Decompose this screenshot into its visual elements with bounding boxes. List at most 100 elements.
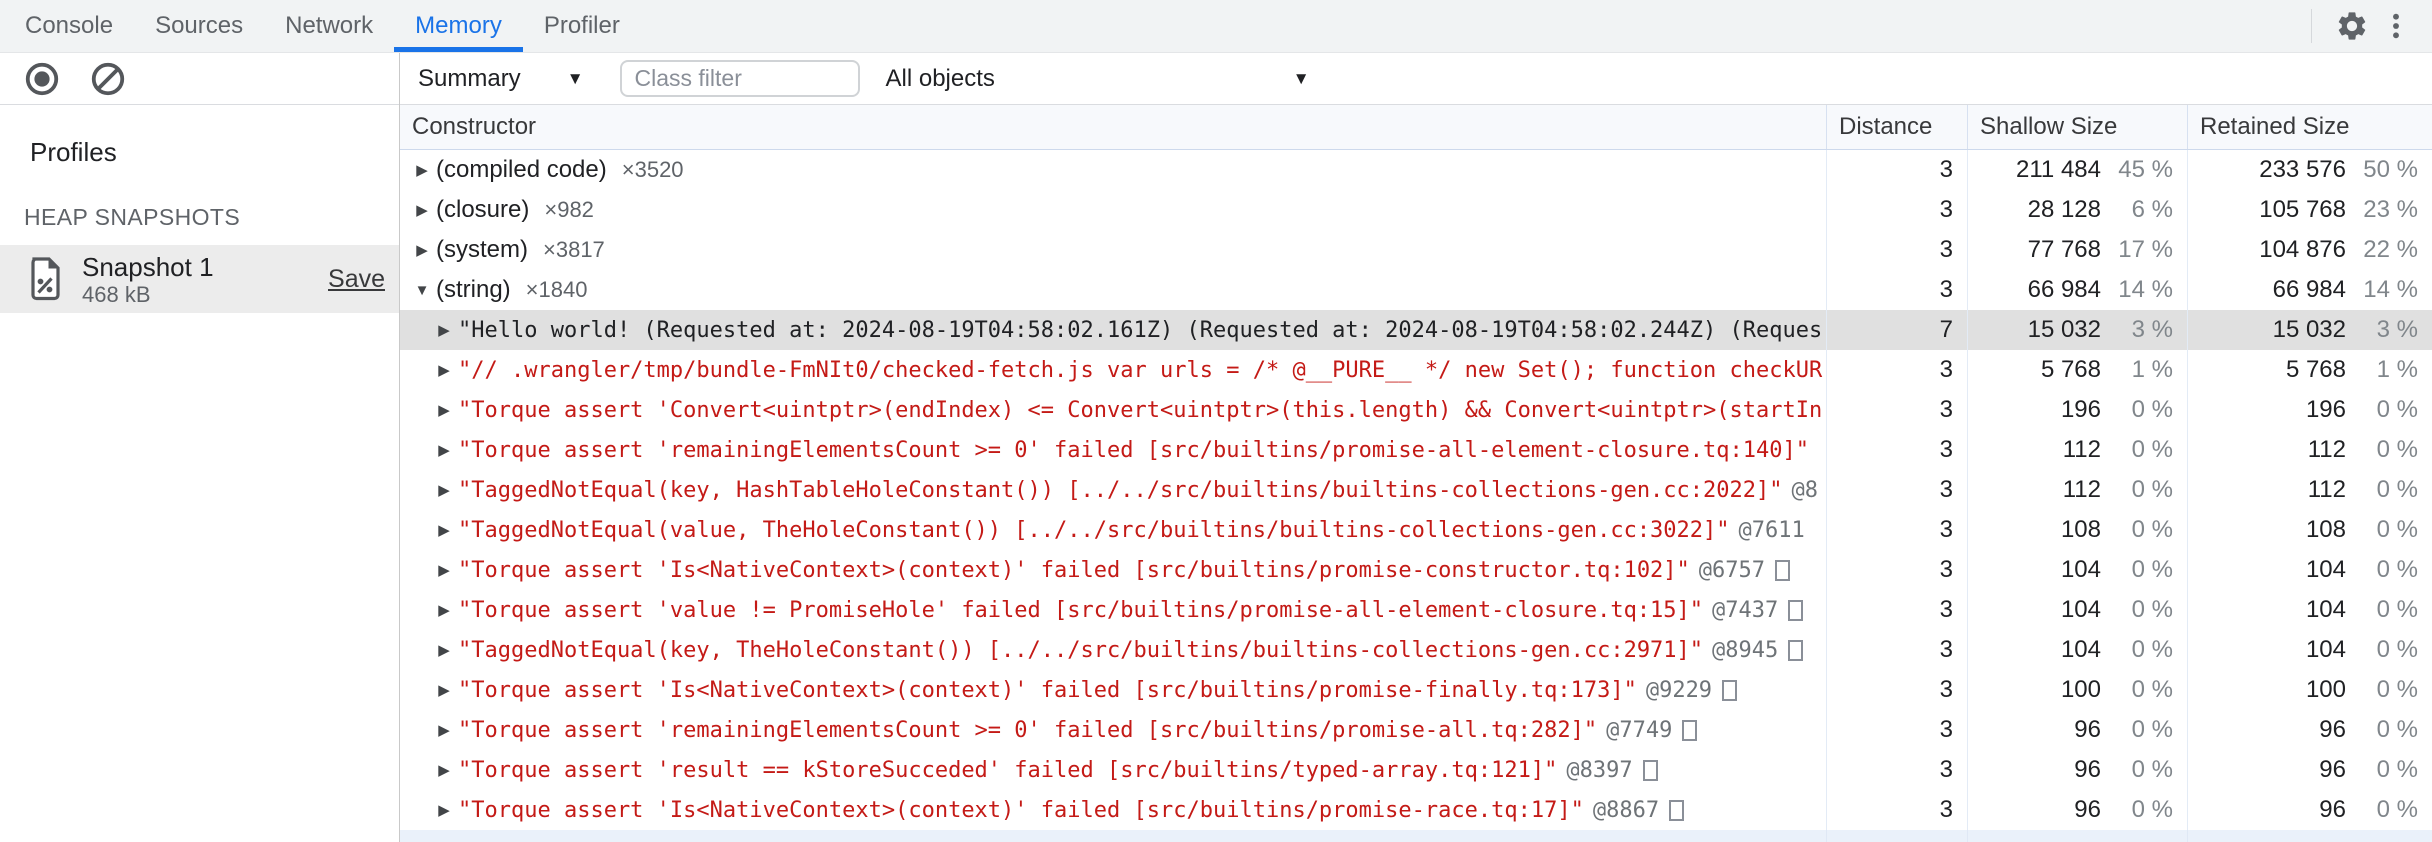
size-value: 104 bbox=[2060, 636, 2101, 663]
expand-arrow-icon[interactable]: ▶ bbox=[408, 201, 436, 219]
collapse-arrow-icon[interactable]: ▼ bbox=[408, 282, 436, 299]
expand-arrow-icon[interactable]: ▶ bbox=[430, 681, 458, 699]
expand-arrow-icon[interactable]: ▶ bbox=[430, 441, 458, 459]
perspective-select[interactable]: Summary ▼ bbox=[418, 65, 584, 93]
table-row[interactable]: ▶ "Torque assert 'Is<NativeContext>(conte… bbox=[400, 790, 2432, 830]
table-row[interactable]: ▶ "Torque assert 'value != PromiseHole' f… bbox=[400, 590, 2432, 630]
devtools-window: Console Sources Network Memory Profiler bbox=[0, 0, 2432, 842]
size-percent: 0 % bbox=[2376, 756, 2418, 783]
size-percent: 0 % bbox=[2131, 436, 2173, 463]
distance-cell: 3 bbox=[1826, 630, 1967, 670]
snapshot-toolbar: Summary ▼ All objects ▼ bbox=[400, 53, 2432, 105]
expand-arrow-icon[interactable]: ▶ bbox=[408, 161, 436, 179]
heap-snapshot-file-icon bbox=[28, 257, 62, 301]
objects-scope-select[interactable]: All objects ▼ bbox=[886, 65, 1310, 93]
column-header-shallow-size[interactable]: Shallow Size bbox=[1967, 105, 2187, 149]
table-row[interactable]: ▶ "Torque assert 'Is<NativeContext>(conte… bbox=[400, 550, 2432, 590]
size-percent: 0 % bbox=[2376, 796, 2418, 823]
table-row[interactable]: ▶ "Torque assert 'remainingElementsCount … bbox=[400, 430, 2432, 470]
expand-arrow-icon[interactable]: ▶ bbox=[430, 721, 458, 739]
tab-memory[interactable]: Memory bbox=[394, 0, 523, 52]
size-value: 104 876 bbox=[2259, 236, 2346, 263]
size-value: 108 bbox=[2060, 516, 2101, 543]
expand-arrow-icon[interactable]: ▶ bbox=[430, 761, 458, 779]
constructor-cell: ▶ "TaggedNotEqual(value, TheHoleConstant(… bbox=[400, 510, 1826, 550]
constructor-cell: ▶ "Torque assert 'remainingElementsCount … bbox=[400, 430, 1826, 470]
class-filter-input[interactable] bbox=[619, 60, 860, 97]
size-percent: 0 % bbox=[2376, 516, 2418, 543]
retained-size-cell: 5 768 1 % bbox=[2187, 350, 2432, 390]
shallow-size-cell: 104 0 % bbox=[1967, 550, 2187, 590]
chevron-down-icon: ▼ bbox=[1292, 68, 1310, 88]
expand-arrow-icon[interactable]: ▶ bbox=[430, 361, 458, 379]
expand-arrow-icon[interactable]: ▶ bbox=[430, 641, 458, 659]
snapshot-texts: Snapshot 1 468 kB bbox=[82, 252, 214, 307]
expand-arrow-icon[interactable]: ▶ bbox=[430, 601, 458, 619]
table-row[interactable]: ▶ (compiled code) ×3520 3 211 484 45 % 233 576… bbox=[400, 150, 2432, 190]
expand-arrow-icon[interactable]: ▶ bbox=[430, 801, 458, 819]
tab-sources[interactable]: Sources bbox=[134, 0, 264, 52]
kebab-menu-icon[interactable] bbox=[2374, 4, 2418, 48]
tabbar-actions bbox=[2311, 0, 2432, 52]
missing-glyph-box bbox=[1788, 599, 1804, 621]
table-row[interactable]: ▶ "Torque assert 'Convert<uintptr>(endInd… bbox=[400, 390, 2432, 430]
retained-size-cell: 104 0 % bbox=[2187, 590, 2432, 630]
tab-network[interactable]: Network bbox=[264, 0, 394, 52]
settings-gear-icon[interactable] bbox=[2330, 4, 2374, 48]
shallow-size-cell: 66 984 14 % bbox=[1967, 270, 2187, 310]
column-header-constructor[interactable]: Constructor bbox=[400, 105, 1826, 149]
tab-profiler[interactable]: Profiler bbox=[523, 0, 641, 52]
expand-arrow-icon[interactable]: ▶ bbox=[430, 321, 458, 339]
table-row[interactable]: ▼ (string) ×1840 3 66 984 14 % 66 984 14 % bbox=[400, 270, 2432, 310]
table-row[interactable]: ▶ "TaggedNotEqual(key, HashTableHoleConst… bbox=[400, 470, 2432, 510]
distance-cell: 3 bbox=[1826, 670, 1967, 710]
perspective-value: Summary bbox=[418, 64, 521, 92]
expand-arrow-icon[interactable]: ▶ bbox=[430, 401, 458, 419]
table-row[interactable]: ▶ "TaggedNotEqual(key, TheHoleConstant())… bbox=[400, 630, 2432, 670]
expand-arrow-icon[interactable]: ▶ bbox=[430, 521, 458, 539]
retained-size-cell: 100 0 % bbox=[2187, 670, 2432, 710]
string-value: "TaggedNotEqual(key, HashTableHoleConsta… bbox=[458, 477, 1783, 503]
table-row[interactable]: ▶ "// .wrangler/tmp/bundle-FmNIt0/checked… bbox=[400, 350, 2432, 390]
size-value: 96 bbox=[2319, 716, 2346, 743]
object-id: @8397 bbox=[1566, 757, 1633, 783]
retained-size-cell: 112 0 % bbox=[2187, 470, 2432, 510]
retained-size-cell: 104 876 22 % bbox=[2187, 230, 2432, 270]
snapshot-list-item[interactable]: Snapshot 1 468 kB Save bbox=[0, 245, 399, 313]
table-row[interactable]: ▶ "Torque assert 'result == kStoreSuccede… bbox=[400, 750, 2432, 790]
main-tab-bar: Console Sources Network Memory Profiler bbox=[0, 0, 2432, 53]
size-percent: 0 % bbox=[2131, 636, 2173, 663]
shallow-size-cell: 15 032 3 % bbox=[1967, 310, 2187, 350]
string-value: "TaggedNotEqual(value, TheHoleConstant()… bbox=[458, 517, 1730, 543]
table-row[interactable]: ▶ "Torque assert 'Is<NativeContext>(conte… bbox=[400, 670, 2432, 710]
expand-arrow-icon[interactable]: ▶ bbox=[430, 561, 458, 579]
expand-arrow-icon[interactable]: ▶ bbox=[408, 241, 436, 259]
size-value: 105 768 bbox=[2259, 196, 2346, 223]
table-row[interactable]: ▶ (system) ×3817 3 77 768 17 % 104 876 22 % bbox=[400, 230, 2432, 270]
snapshot-size: 468 kB bbox=[82, 281, 151, 307]
distance-cell: 3 bbox=[1826, 270, 1967, 310]
expand-arrow-icon[interactable]: ▶ bbox=[430, 481, 458, 499]
table-row[interactable]: ▶ "TaggedNotEqual(value, TheHoleConstant(… bbox=[400, 510, 2432, 550]
string-value: "Torque assert 'Is<NativeContext>(contex… bbox=[458, 557, 1690, 583]
tab-console[interactable]: Console bbox=[4, 0, 134, 52]
table-row[interactable]: ▶ (closure) ×982 3 28 128 6 % 105 768 23 % bbox=[400, 190, 2432, 230]
retained-size-cell: 104 0 % bbox=[2187, 630, 2432, 670]
snapshot-save-link[interactable]: Save bbox=[328, 265, 385, 294]
missing-glyph-box bbox=[1669, 799, 1685, 821]
instance-count: ×1840 bbox=[525, 277, 588, 302]
distance-cell: 7 bbox=[1826, 310, 1967, 350]
size-value: 66 984 bbox=[2272, 276, 2346, 303]
table-row[interactable]: ▶ "Hello world! (Requested at: 2024-08-19… bbox=[400, 310, 2432, 350]
shallow-size-cell: 104 0 % bbox=[1967, 590, 2187, 630]
column-header-retained-size[interactable]: Retained Size bbox=[2187, 105, 2432, 149]
heap-snapshots-section-label: HEAP SNAPSHOTS bbox=[24, 204, 241, 230]
tab-label: Network bbox=[285, 12, 374, 39]
clear-profiles-icon[interactable] bbox=[86, 57, 130, 101]
table-row[interactable]: ▶ "Torque assert 'remainingElementsCount … bbox=[400, 710, 2432, 750]
record-heap-snapshot-icon[interactable] bbox=[20, 57, 64, 101]
size-percent: 1 % bbox=[2131, 356, 2173, 383]
distance-cell: 3 bbox=[1826, 750, 1967, 790]
shallow-size-cell: 196 0 % bbox=[1967, 390, 2187, 430]
column-header-distance[interactable]: Distance bbox=[1826, 105, 1967, 149]
